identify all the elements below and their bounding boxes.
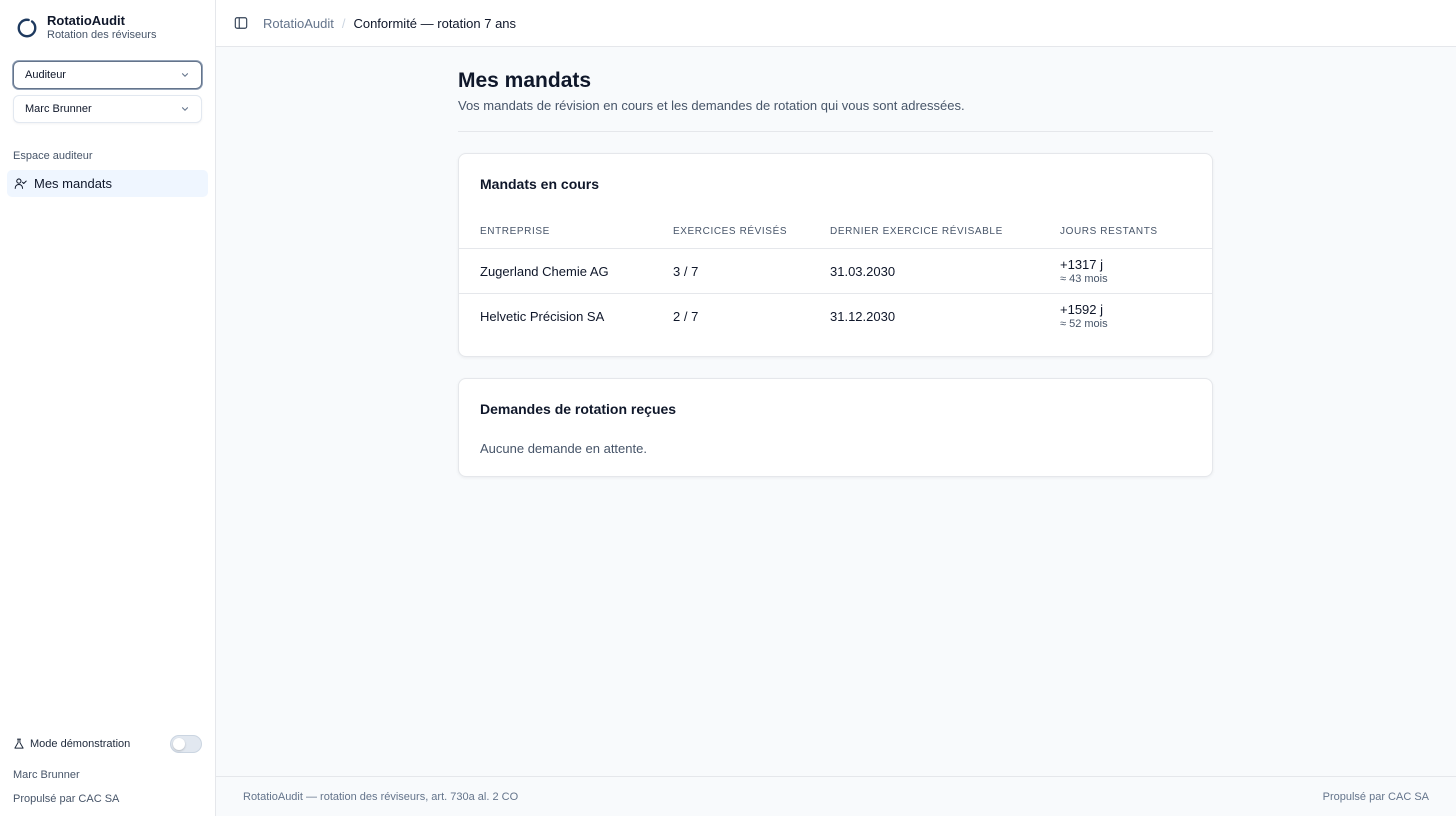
demo-mode-label: Mode démonstration (30, 738, 131, 750)
user-select[interactable]: Marc Brunner (13, 95, 202, 123)
footer-left-text: RotatioAudit — rotation des réviseurs, a… (243, 790, 519, 803)
cell-exercises: 2 / 7 (673, 309, 699, 324)
footer-right-text: Propulsé par CAC SA (1322, 790, 1429, 803)
cell-days-remaining: +1317 j ≈ 43 mois (1060, 249, 1108, 294)
page-title: Mes mandats (458, 69, 592, 92)
topbar: RotatioAudit / Conformité — rotation 7 a… (216, 0, 1456, 47)
sidebar-footer-powered: Propulsé par CAC SA (13, 793, 120, 805)
breadcrumb: RotatioAudit / Conformité — rotation 7 a… (263, 16, 516, 31)
cell-last-exercise: 31.03.2030 (830, 264, 896, 279)
page-footer: RotatioAudit — rotation des réviseurs, a… (216, 776, 1456, 816)
chevron-down-icon (181, 73, 189, 77)
rotation-requests-card: Demandes de rotation reçues Aucune deman… (458, 378, 1213, 477)
role-select-value: Auditeur (25, 69, 66, 81)
brand-subtitle: Rotation des réviseurs (47, 29, 157, 41)
cell-days-remaining: +1592 j ≈ 52 mois (1060, 294, 1108, 339)
cell-company: Zugerland Chemie AG (480, 264, 609, 279)
brand-logo-icon (17, 18, 37, 38)
user-check-icon (14, 178, 27, 189)
breadcrumb-root[interactable]: RotatioAudit (263, 16, 334, 31)
sidebar-item-label: Mes mandats (34, 176, 113, 191)
sidebar: RotatioAudit Rotation des réviseurs Audi… (0, 0, 216, 816)
breadcrumb-current: Conformité — rotation 7 ans (353, 15, 517, 31)
sidebar-footer-user: Marc Brunner (13, 769, 80, 781)
table-row[interactable]: Helvetic Précision SA 2 / 7 31.12.2030 +… (459, 293, 1212, 338)
column-header-exercices: Exercices révisés (673, 226, 788, 237)
cell-company: Helvetic Précision SA (480, 309, 605, 324)
divider (458, 131, 1213, 132)
table-row[interactable]: Zugerland Chemie AG 3 / 7 31.03.2030 +13… (459, 248, 1212, 293)
mandates-card-title: Mandats en cours (480, 176, 600, 192)
demo-mode-toggle[interactable] (170, 735, 202, 753)
months-remaining-value: ≈ 52 mois (1060, 318, 1108, 330)
chevron-down-icon (181, 107, 189, 111)
brand[interactable]: RotatioAudit Rotation des réviseurs (16, 13, 156, 42)
page-description: Vos mandats de révision en cours et les … (458, 98, 965, 113)
sidebar-item-mes-mandats[interactable]: Mes mandats (7, 170, 208, 197)
days-remaining-value: +1592 j (1060, 302, 1104, 317)
sidebar-section-label: Espace auditeur (13, 150, 93, 162)
cell-last-exercise: 31.12.2030 (830, 309, 896, 324)
empty-state-text: Aucune demande en attente. (480, 441, 647, 456)
column-header-dernier-exercice: Dernier exercice révisable (830, 226, 1003, 237)
column-header-entreprise: Entreprise (480, 226, 550, 237)
rotation-requests-card-title: Demandes de rotation reçues (480, 401, 677, 417)
user-select-value: Marc Brunner (25, 103, 92, 115)
mandates-card: Mandats en cours Entreprise Exercices ré… (458, 153, 1213, 357)
demo-mode-row: Mode démonstration (13, 734, 202, 754)
toggle-knob (173, 738, 185, 750)
days-remaining-value: +1317 j (1060, 257, 1104, 272)
column-header-jours-restants: Jours restants (1060, 226, 1158, 237)
sidebar-toggle-icon[interactable] (234, 16, 248, 30)
main-content: Mes mandats Vos mandats de révision en c… (216, 47, 1456, 776)
flask-icon (14, 738, 24, 749)
cell-exercises: 3 / 7 (673, 264, 699, 279)
months-remaining-value: ≈ 43 mois (1060, 273, 1108, 285)
brand-name: RotatioAudit (47, 13, 125, 28)
breadcrumb-separator: / (341, 15, 346, 31)
role-select[interactable]: Auditeur (13, 61, 202, 89)
